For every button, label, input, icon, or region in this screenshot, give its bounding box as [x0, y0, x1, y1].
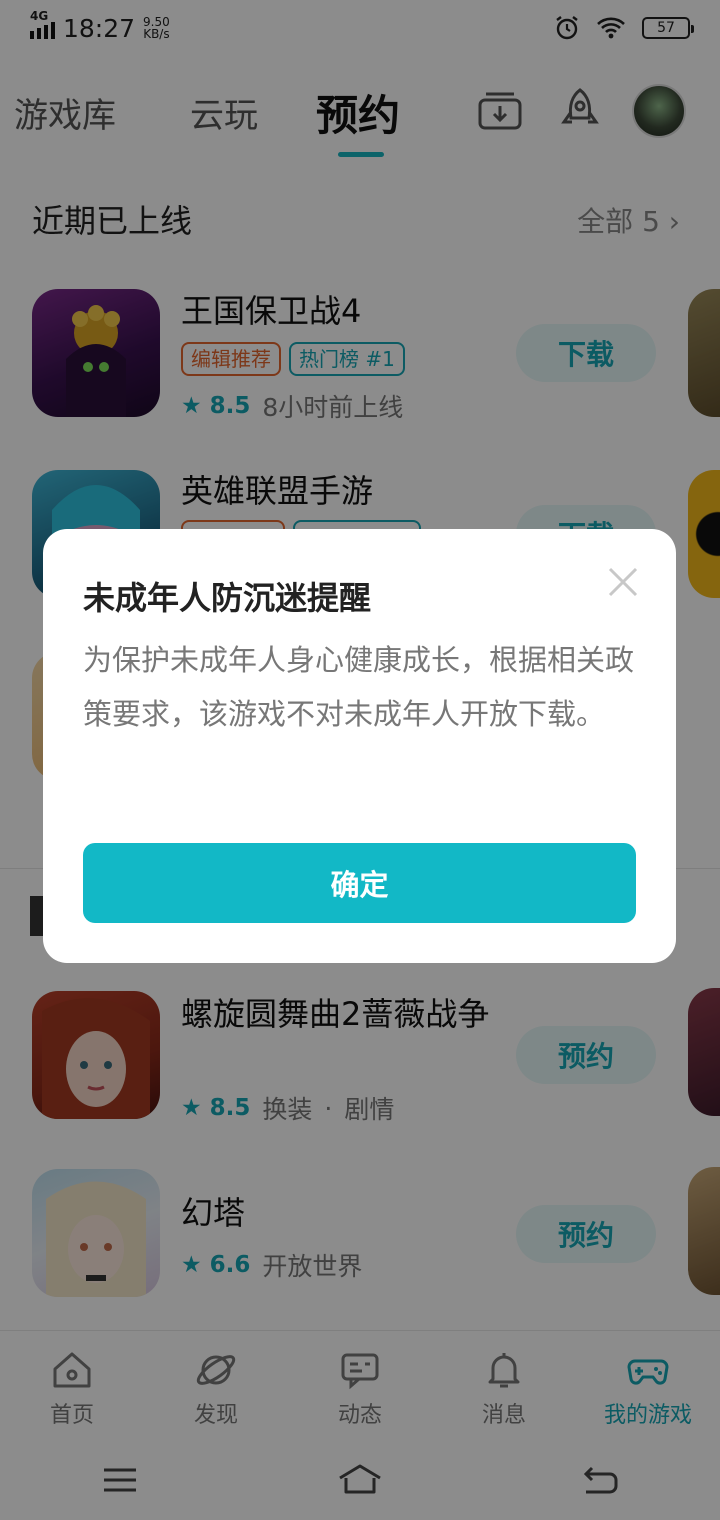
- anti-addiction-dialog: 未成年人防沉迷提醒 为保护未成年人身心健康成长，根据相关政策要求，该游戏不对未成…: [43, 529, 676, 963]
- confirm-button[interactable]: 确定: [83, 843, 636, 923]
- close-icon[interactable]: [606, 565, 640, 599]
- dialog-title: 未成年人防沉迷提醒: [83, 579, 372, 617]
- dialog-message: 为保护未成年人身心健康成长，根据相关政策要求，该游戏不对未成年人开放下载。: [83, 643, 635, 731]
